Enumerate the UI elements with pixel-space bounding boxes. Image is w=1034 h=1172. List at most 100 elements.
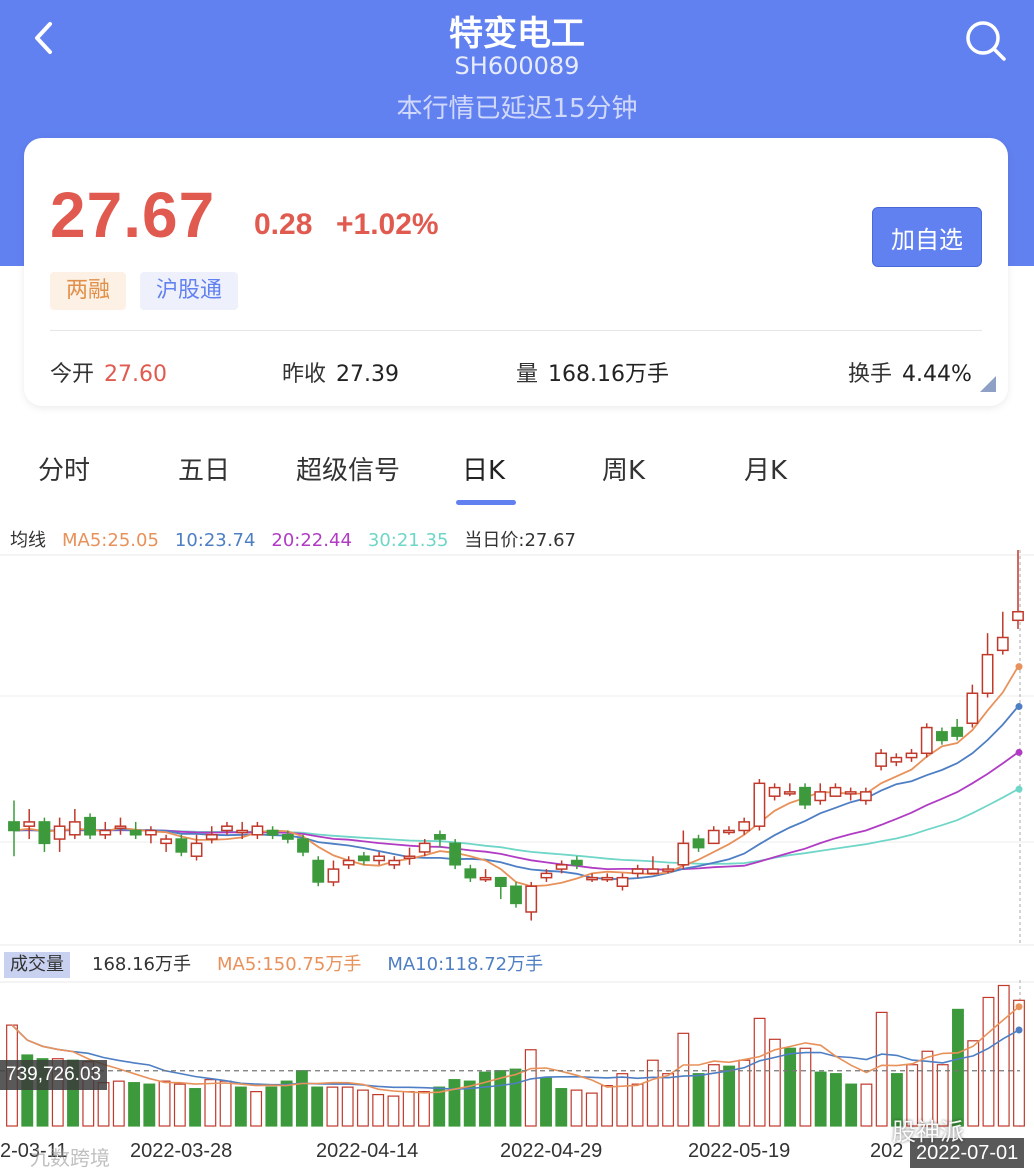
prev-close-label: 昨收 [282,362,327,387]
candle-body [403,855,416,859]
volume-legend: 168.16万手 MA5:150.75万手 MA10:118.72万手 [92,952,569,978]
candle-body [434,834,446,840]
candle-body [342,859,355,866]
volume-bar [173,1083,186,1127]
candle-body [251,825,264,836]
volume-bar [128,1082,141,1127]
turnover-value: 4.44% [902,362,972,387]
candle-body [936,731,948,742]
volume-ma5-value: MA5:150.75万手 [216,954,362,975]
volume-bar [1013,999,1025,1127]
candle-body [677,842,690,866]
candle-body [221,825,233,832]
add-watchlist-button[interactable]: 加自选 [872,207,982,267]
ma-legend-label: 均线 [10,530,46,551]
candle-body [190,842,203,857]
margin-tag: 两融 [50,272,127,310]
candle-body [692,838,705,849]
candle-body [586,876,598,881]
volume-bar [143,1083,156,1127]
stock-title: 特变电工 [449,14,585,54]
date-label: 2022-04-14 [316,1140,419,1162]
candle-body [844,791,857,795]
candle-body [723,829,735,834]
volume-bar [585,1092,598,1127]
stock-connect-tag: 沪股通 [140,272,239,310]
candle-body [875,752,888,767]
ma5-end-dot [1015,663,1023,671]
crosshair-value-tag: 739,726.03 [0,1060,108,1090]
tab-five-day[interactable]: 五日 [178,450,230,487]
candle-body [783,791,796,795]
ma10-value: 10:23.74 [174,530,256,551]
volume-bar [479,1071,491,1127]
candle-body [418,842,431,853]
tab-intraday[interactable]: 分时 [38,450,90,487]
watermark-left: 九数跨境 [30,1146,110,1170]
volume-bar [677,1032,690,1127]
ma20-value: 20:22.44 [271,530,352,551]
volume-bar [952,1008,964,1127]
volume-bar [753,1017,766,1127]
candle-body [616,876,629,887]
ma20-line [13,751,1019,871]
candle-body [479,876,492,881]
candle-body [327,868,340,883]
candle-body [68,821,81,836]
turnover-label: 换手 [848,362,893,387]
volume-bar [570,1089,583,1127]
candle-body [859,791,872,802]
candle-body [205,834,218,840]
tab-weekly-k[interactable]: 周K [602,450,645,487]
candle-body [357,855,370,862]
candle-body [981,653,994,694]
volume-bar [646,1059,659,1127]
expand-corner-icon[interactable] [980,376,996,392]
delay-note: 本行情已延迟15分钟 [396,94,638,124]
volume-ma10-value: MA10:118.72万手 [387,954,544,975]
price-change: 0.28 [254,208,313,241]
volume-bar [814,1071,827,1127]
volume-chart[interactable] [0,980,1034,1130]
candle-body [160,838,173,845]
volume-bar [799,1047,812,1127]
tab-monthly-k[interactable]: 月K [744,450,787,487]
volume-bar [692,1073,705,1127]
ma30-end-dot [1015,785,1023,793]
candle-body [129,829,142,836]
candlestick-chart[interactable] [0,550,1034,946]
volume-bar [829,1073,842,1127]
chart-tabs: 分时 五日 超级信号 日K 周K 月K [0,430,1034,506]
candle-body [540,872,553,879]
ma-legend: 均线 MA5:25.05 10:23.74 20:22.44 30:21.35 当日价:2… [10,526,592,552]
volume-bar [524,1049,537,1127]
volume-bar [784,1047,797,1127]
volume-bar [356,1089,369,1127]
search-button[interactable] [958,14,1012,64]
tab-super-signal[interactable]: 超级信号 [296,450,400,487]
ma10-end-dot [1015,703,1023,711]
watermark-right: 股神派 [892,1118,964,1146]
volume-bar [845,1083,858,1127]
candle-body [905,752,918,759]
volume-bar [997,984,1010,1127]
candle-body [996,636,1009,652]
volume-bar [387,1095,400,1127]
candle-body [707,829,720,845]
candle-body [99,829,112,836]
candle-body [601,876,614,881]
candle-body [920,726,933,755]
volume-bar [341,1086,354,1127]
candle-body [312,859,325,883]
tab-daily-k[interactable]: 日K [462,450,505,487]
volume-bar [540,1077,552,1127]
volume-bar [250,1091,263,1127]
candle-body [1012,611,1024,622]
volume-legend-label: 成交量 [4,952,70,978]
volume-bar [418,1091,430,1127]
turnover-stat: 换手 4.44% [848,356,972,388]
candle-body [449,842,462,866]
volume-legend-value: 168.16万手 [92,954,191,975]
volume-bar [662,1073,675,1127]
volume-bar [601,1085,613,1127]
